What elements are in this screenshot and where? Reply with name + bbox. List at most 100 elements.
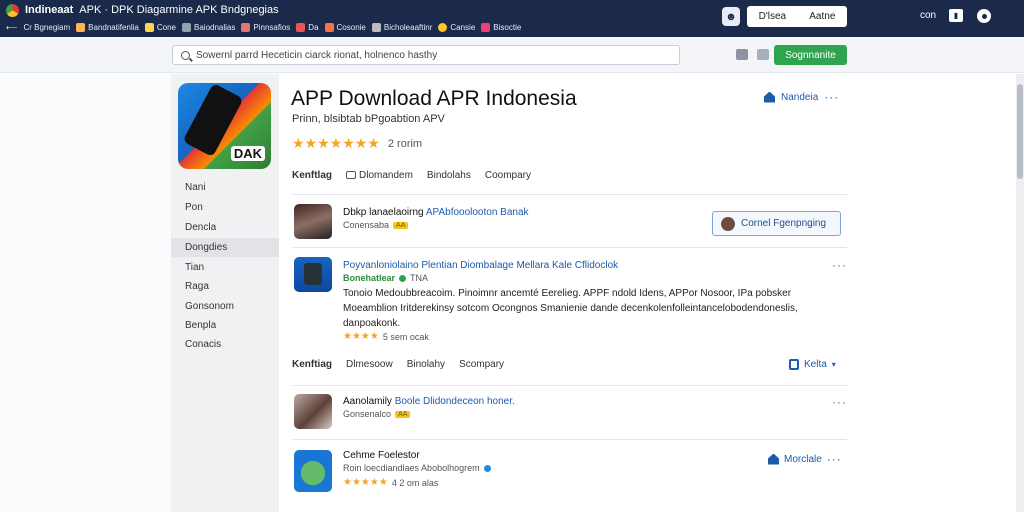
phone-icon xyxy=(304,263,322,285)
row-thumbnail[interactable] xyxy=(294,204,332,239)
more-link[interactable]: Kelta ▾ xyxy=(789,359,836,370)
divider xyxy=(292,439,847,440)
sidebar-item[interactable]: Tian xyxy=(171,258,279,277)
scrollbar[interactable] xyxy=(1016,74,1024,512)
tab-item[interactable]: Scompary xyxy=(459,359,504,370)
verified-icon xyxy=(399,274,407,282)
search-icon xyxy=(181,50,190,60)
row-thumbnail[interactable] xyxy=(294,394,332,429)
row-title[interactable]: Poyvanloniolaino Plentian Diombalage Mel… xyxy=(343,260,618,271)
install-button-label: Cornel Fgenpnging xyxy=(741,218,827,229)
row-tag: AA xyxy=(393,221,409,229)
bookmark-icon xyxy=(76,23,86,32)
bookmark-item[interactable]: Pinnsafios xyxy=(241,23,290,32)
scrollbar-thumb[interactable] xyxy=(1017,84,1023,179)
more-icon: ··· xyxy=(826,452,842,466)
checkbox-icon[interactable] xyxy=(757,49,769,60)
sidebar-item[interactable]: Raga xyxy=(171,277,279,296)
tab-item[interactable]: Kenftiag xyxy=(292,359,332,370)
sidebar-item[interactable]: Dencla xyxy=(171,218,279,237)
tab-icon xyxy=(346,171,356,180)
row-title[interactable]: Cehme Foelestor xyxy=(343,450,420,461)
row-meta: Bonehatlear TNA xyxy=(343,273,429,283)
menu-icon[interactable] xyxy=(977,9,991,23)
row-meta: Gonsenalco AA xyxy=(343,409,411,419)
row-thumbnail[interactable] xyxy=(294,257,332,292)
row-description: Tonoio Medoubbreacoim. Pinoimnr ancemté … xyxy=(343,288,798,329)
bookmark-item[interactable]: Bicholeaaftinr xyxy=(371,23,432,32)
tab-item[interactable]: Dlomandem xyxy=(346,170,413,181)
home-icon xyxy=(768,453,779,465)
more-icon[interactable]: ··· xyxy=(824,90,839,104)
app-rating: ★★★★★★★ 2 rorim xyxy=(292,135,422,152)
account-right-label: Aatne xyxy=(809,11,836,22)
page-left-margin xyxy=(0,74,171,512)
follow-link[interactable]: Nandeia ··· xyxy=(764,90,839,104)
row-title[interactable]: Dbkp lanaelaoirng APAbfooolooton Banak xyxy=(343,207,529,218)
more-link[interactable]: Morclale ··· xyxy=(768,452,842,466)
bookmark-icon xyxy=(481,23,491,32)
more-icon[interactable]: ··· xyxy=(832,395,847,409)
more-icon[interactable]: ··· xyxy=(832,258,847,272)
bookmark-item[interactable]: Cone xyxy=(144,23,176,32)
sidebar-item[interactable]: Conacis xyxy=(171,335,279,354)
bookmark-item[interactable]: Cr Bgnegiam xyxy=(23,23,70,32)
home-icon xyxy=(764,91,775,103)
tabs-mid: Kenftiag Dlmesoow Binolahy Scompary xyxy=(292,359,504,370)
top-search-bar: Sowernl parrd Heceticin ciarck rionat, h… xyxy=(0,37,1024,73)
tab-title: APK · DPK Diagarmine APK Bndgnegias xyxy=(79,4,279,16)
page-subtitle: Prinn, blsibtab bPgoabtion APV xyxy=(292,113,445,125)
tab-item[interactable]: Dlmesoow xyxy=(346,359,393,370)
follow-label: Nandeia xyxy=(781,91,819,103)
verified-icon xyxy=(483,464,491,472)
sidebar-item[interactable]: Benpla xyxy=(171,316,279,335)
bookmark-icon xyxy=(371,23,381,32)
tab-item[interactable]: Coompary xyxy=(485,170,531,181)
sidebar-item[interactable]: Nani xyxy=(171,178,279,197)
profile-icon[interactable]: ▮ xyxy=(949,9,963,22)
account-left-label: D'lsea xyxy=(758,11,787,22)
row-thumbnail[interactable] xyxy=(294,450,332,492)
account-box[interactable]: D'lsea Aatne xyxy=(747,6,847,27)
user-icon[interactable]: ☻ xyxy=(722,7,740,26)
browser-chrome: Indineaat APK · DPK Diagarmine APK Bndgn… xyxy=(0,0,1024,37)
bookmark-item[interactable]: Bisoctie xyxy=(481,23,521,32)
bookmark-item[interactable]: Da xyxy=(296,23,319,32)
row-title[interactable]: Aanolamily Boole Dlidondeceon honer. xyxy=(343,396,515,407)
search-input[interactable]: Sowernl parrd Heceticin ciarck rionat, h… xyxy=(172,45,680,65)
bookmark-item[interactable]: Cansie xyxy=(438,23,475,32)
page-title: APP Download APR Indonesia xyxy=(291,87,577,110)
image-icon[interactable] xyxy=(736,49,748,60)
sidebar-item[interactable]: Pon xyxy=(171,198,279,217)
search-value: Sowernl parrd Heceticin ciarck rionat, h… xyxy=(196,49,438,61)
sidebar-item[interactable]: Gonsonom xyxy=(171,297,279,316)
rating-stars: ★★★★★ xyxy=(343,477,388,488)
sidebar-item-active[interactable]: Dongdies xyxy=(171,238,279,257)
rating-text: 2 rorim xyxy=(387,137,423,150)
tab-item[interactable]: Binolahy xyxy=(407,359,445,370)
bookmark-icon xyxy=(296,23,306,32)
site-name: Indineaat xyxy=(25,4,74,16)
rating-stars: ★★★★ xyxy=(343,331,379,342)
back-icon[interactable]: ⟵ xyxy=(6,23,17,32)
bookmarks-bar: ⟵ Cr Bgnegiam Bandnatifenlia Cone Baiodn… xyxy=(6,20,521,35)
bookmark-icon xyxy=(324,23,334,32)
tabs-top: Kenftlag Dlomandem Bindolahs Coompary xyxy=(292,170,531,181)
divider xyxy=(292,194,847,195)
install-button[interactable]: Cornel Fgenpnging xyxy=(712,211,841,236)
browser-logo-icon xyxy=(6,3,19,17)
browser-tab-title[interactable]: Indineaat APK · DPK Diagarmine APK Bndgn… xyxy=(6,2,279,18)
bookmark-icon xyxy=(182,23,191,32)
bookmark-item[interactable]: Cosonie xyxy=(324,23,366,32)
browser-right-label: con xyxy=(920,10,937,21)
bookmark-item[interactable]: Bandnatifenlia xyxy=(76,23,139,32)
document-icon xyxy=(789,359,799,370)
bookmark-icon xyxy=(144,23,154,32)
tab-item[interactable]: Kenftlag xyxy=(292,170,332,181)
row-rating: ★★★★ 5 sem ocak xyxy=(343,331,429,342)
rating-stars: ★★★★★★★ xyxy=(292,135,380,151)
tab-item[interactable]: Bindolahs xyxy=(427,170,471,181)
bookmark-item[interactable]: Baiodnalias xyxy=(182,23,235,32)
chevron-down-icon: ▾ xyxy=(831,360,836,369)
signup-button[interactable]: Sognnanite xyxy=(774,45,847,65)
